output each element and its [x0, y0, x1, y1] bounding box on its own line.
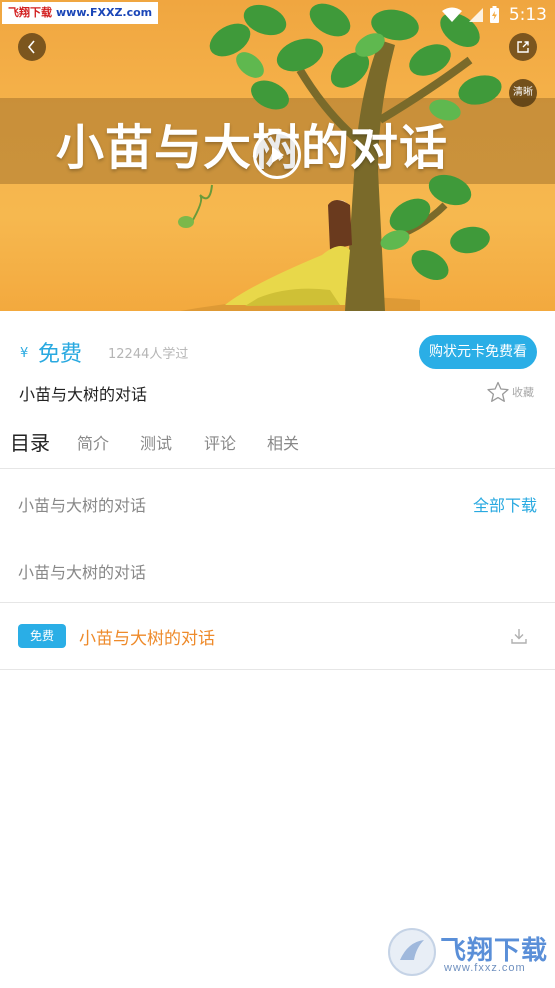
clock: 5:13 [508, 5, 547, 25]
star-icon [487, 381, 509, 402]
free-badge: 免费 [18, 624, 66, 648]
tab-related[interactable]: 相关 [267, 430, 299, 454]
buy-card-button[interactable]: 购状元卡免费看 [419, 335, 537, 369]
watermark-site-url: www.FXXZ.com [56, 6, 153, 19]
download-icon[interactable] [509, 626, 529, 646]
watermark-url: www.fxxz.com [444, 962, 526, 974]
currency-symbol: ¥ [20, 346, 29, 361]
status-bar: 飞翔下载 www.FXXZ.com 5:13 [0, 0, 555, 30]
back-icon [27, 40, 35, 54]
signal-icon [468, 8, 483, 22]
download-all-button[interactable]: 全部下载 [473, 492, 537, 516]
tab-comments[interactable]: 评论 [204, 430, 236, 454]
tab-bar: 目录 简介 测试 评论 相关 [0, 424, 555, 460]
watermark-site-name: 飞翔下载 [8, 6, 52, 19]
tab-catalog[interactable]: 目录 [10, 427, 50, 456]
tab-intro[interactable]: 简介 [77, 430, 109, 454]
watermark-logo [388, 928, 436, 976]
price-row: ¥ 免费 12244人学过 购状元卡免费看 [0, 330, 555, 374]
course-title: 小苗与大树的对话 [19, 385, 148, 404]
share-icon [517, 41, 529, 53]
learner-count: 12244人学过 [108, 347, 189, 362]
back-button[interactable] [18, 33, 46, 61]
play-button[interactable] [253, 131, 301, 179]
section-title[interactable]: 小苗与大树的对话 [18, 559, 146, 583]
status-indicators: 5:13 [441, 4, 547, 26]
video-title-overlay: 小苗与大树的对话 [56, 120, 449, 176]
battery-icon [489, 6, 499, 23]
tab-test[interactable]: 测试 [140, 430, 172, 454]
wifi-icon [441, 7, 462, 22]
divider [0, 669, 555, 670]
price-label: 免费 [38, 342, 83, 367]
lesson-title[interactable]: 小苗与大树的对话 [79, 624, 215, 649]
watermark-bottom: 飞翔下载 www.fxxz.com [388, 926, 548, 982]
chapter-title: 小苗与大树的对话 [18, 496, 147, 515]
quality-toggle[interactable]: 清晰 [509, 79, 537, 107]
favorite-label: 收藏 [512, 386, 534, 399]
watermark-logo-icon [400, 940, 424, 960]
play-icon [272, 147, 284, 163]
divider [0, 468, 555, 469]
share-button[interactable] [509, 33, 537, 61]
divider [0, 602, 555, 603]
favorite-button[interactable]: 收藏 [486, 381, 534, 403]
watermark-top: 飞翔下载 www.FXXZ.com [2, 2, 159, 24]
video-player[interactable]: 小苗与大树的对话 飞翔下载 www.FXXZ.com 5:13 清晰 [0, 0, 555, 311]
